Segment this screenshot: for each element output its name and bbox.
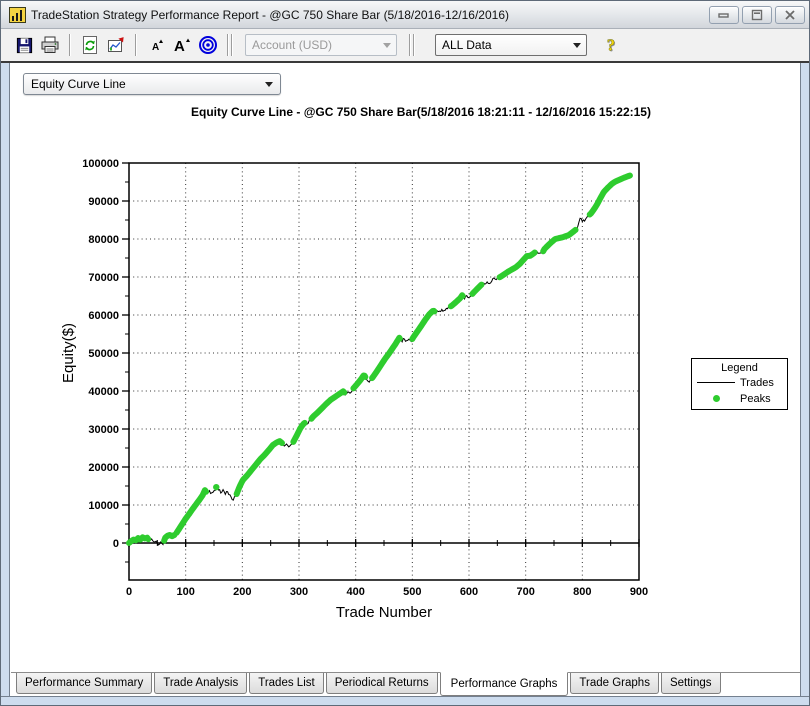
chevron-down-icon bbox=[265, 81, 273, 87]
save-button[interactable] bbox=[11, 32, 37, 58]
minimize-button[interactable] bbox=[709, 5, 739, 24]
tab-bar: Performance Summary Trade Analysis Trades … bbox=[11, 672, 801, 698]
title-bar: TradeStation Strategy Performance Report… bbox=[1, 1, 809, 29]
chart-title: Equity Curve Line - @GC 750 Share Bar(5/… bbox=[191, 105, 651, 119]
svg-text:20000: 20000 bbox=[88, 462, 119, 474]
svg-text:30000: 30000 bbox=[88, 424, 119, 436]
refresh-icon bbox=[83, 36, 97, 54]
tab-trade-analysis[interactable]: Trade Analysis bbox=[154, 673, 248, 694]
svg-text:400: 400 bbox=[346, 586, 364, 598]
legend-label-peaks: Peaks bbox=[740, 392, 771, 405]
svg-text:500: 500 bbox=[403, 586, 421, 598]
toolbar-separator bbox=[69, 34, 71, 56]
chevron-down-icon bbox=[572, 42, 581, 48]
tab-settings[interactable]: Settings bbox=[660, 673, 721, 694]
equity-curve-chart: 0100002000030000400005000060000700008000… bbox=[60, 158, 648, 621]
help-button[interactable]: ? ? bbox=[599, 32, 625, 58]
svg-text:800: 800 bbox=[573, 586, 591, 598]
refresh-button[interactable] bbox=[77, 32, 103, 58]
svg-text:600: 600 bbox=[460, 586, 478, 598]
account-combobox[interactable]: Account (USD) bbox=[245, 34, 397, 56]
tab-performance-summary[interactable]: Performance Summary bbox=[16, 673, 153, 694]
svg-text:100000: 100000 bbox=[82, 158, 119, 170]
decrease-font-icon: A bbox=[152, 39, 163, 53]
print-button[interactable] bbox=[37, 32, 63, 58]
app-icon bbox=[9, 6, 26, 23]
restore-icon bbox=[751, 9, 763, 20]
toolbar-separator bbox=[409, 34, 411, 56]
close-icon bbox=[785, 9, 795, 20]
tab-trade-graphs[interactable]: Trade Graphs bbox=[570, 673, 659, 694]
svg-text:A: A bbox=[174, 38, 185, 55]
legend-item-trades: Trades bbox=[692, 375, 787, 390]
graph-view-combobox[interactable]: Equity Curve Line bbox=[23, 73, 281, 95]
minimize-icon bbox=[718, 12, 729, 18]
svg-text:50000: 50000 bbox=[88, 348, 119, 360]
toolbar-separator bbox=[135, 34, 137, 56]
strategy-target-button[interactable] bbox=[195, 32, 221, 58]
print-icon bbox=[41, 36, 59, 53]
svg-text:A: A bbox=[152, 42, 159, 53]
svg-text:80000: 80000 bbox=[88, 234, 119, 246]
tab-periodical-returns[interactable]: Periodical Returns bbox=[325, 673, 438, 694]
svg-text:70000: 70000 bbox=[88, 272, 119, 284]
format-report-icon bbox=[108, 37, 124, 52]
graph-view-combobox-value: Equity Curve Line bbox=[31, 77, 126, 91]
report-client-area: Equity Curve Line Equity Curve Line - @G… bbox=[11, 63, 801, 698]
legend-label-trades: Trades bbox=[740, 376, 774, 389]
svg-text:200: 200 bbox=[233, 586, 251, 598]
svg-text:10000: 10000 bbox=[88, 500, 119, 512]
svg-text:100: 100 bbox=[176, 586, 194, 598]
window-title: TradeStation Strategy Performance Report… bbox=[31, 7, 509, 22]
svg-text:900: 900 bbox=[630, 586, 648, 598]
close-button[interactable] bbox=[775, 5, 805, 24]
tab-trades-list[interactable]: Trades List bbox=[249, 673, 324, 694]
data-range-combobox[interactable]: ALL Data bbox=[435, 34, 587, 56]
svg-text:0: 0 bbox=[126, 586, 132, 598]
toolbar-separator bbox=[413, 34, 415, 56]
window-frame-left bbox=[1, 63, 10, 705]
trades-line-sample bbox=[697, 382, 735, 383]
toolbar-separator bbox=[227, 34, 229, 56]
legend-item-peaks: Peaks bbox=[692, 391, 787, 406]
window-frame-bottom bbox=[1, 696, 809, 705]
svg-text:40000: 40000 bbox=[88, 386, 119, 398]
increase-font-button[interactable]: A bbox=[169, 32, 195, 58]
data-range-combobox-value: ALL Data bbox=[442, 38, 492, 52]
tab-performance-graphs[interactable]: Performance Graphs bbox=[439, 672, 569, 696]
svg-text:Equity($): Equity($) bbox=[60, 323, 77, 383]
window: TradeStation Strategy Performance Report… bbox=[0, 0, 810, 706]
help-icon: ? ? bbox=[606, 35, 616, 55]
toolbar: A A Account (USD) ALL Data ? ? bbox=[1, 29, 809, 63]
svg-text:60000: 60000 bbox=[88, 310, 119, 322]
window-frame-right bbox=[800, 63, 809, 705]
svg-text:?: ? bbox=[607, 36, 616, 55]
chart-legend: Legend Trades Peaks bbox=[691, 358, 788, 410]
svg-text:700: 700 bbox=[516, 586, 534, 598]
svg-text:0: 0 bbox=[113, 538, 119, 550]
svg-text:90000: 90000 bbox=[88, 196, 119, 208]
format-report-button[interactable] bbox=[103, 32, 129, 58]
account-combobox-value: Account (USD) bbox=[252, 38, 333, 52]
increase-font-icon: A bbox=[174, 38, 190, 55]
target-icon bbox=[199, 36, 217, 54]
svg-text:Trade Number: Trade Number bbox=[336, 604, 432, 621]
maximize-button[interactable] bbox=[742, 5, 772, 24]
toolbar-separator bbox=[231, 34, 233, 56]
decrease-font-button[interactable]: A bbox=[143, 32, 169, 58]
save-icon bbox=[16, 37, 32, 53]
chevron-down-icon bbox=[382, 42, 391, 48]
peaks-dot-sample bbox=[712, 395, 720, 402]
legend-title: Legend bbox=[721, 362, 758, 374]
svg-text:300: 300 bbox=[290, 586, 308, 598]
